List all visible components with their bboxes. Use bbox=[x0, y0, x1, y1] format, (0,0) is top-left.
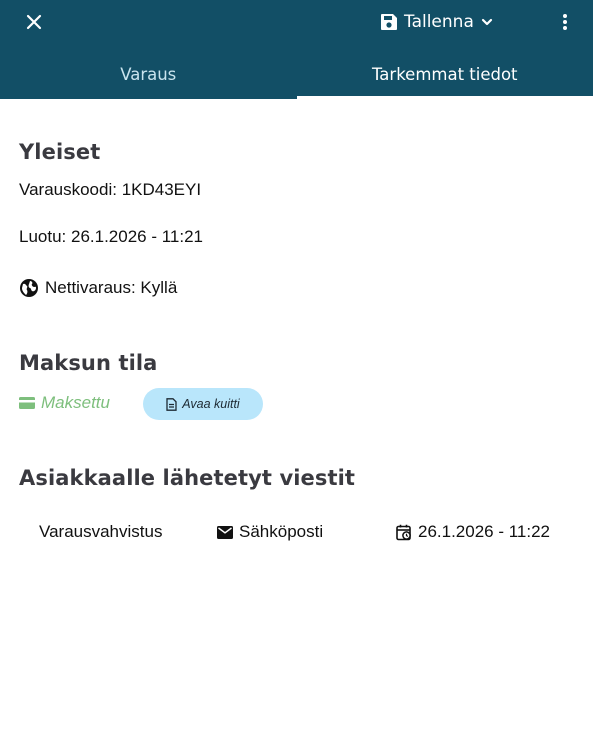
app-bar: Tallenna Varaus Tarkemmat tiedot bbox=[0, 0, 593, 99]
payment-heading: Maksun tila bbox=[19, 351, 158, 375]
online-booking-row: Nettivaraus: Kyllä bbox=[19, 278, 177, 298]
more-vertical-icon bbox=[563, 14, 567, 30]
document-icon bbox=[166, 397, 177, 411]
save-label: Tallenna bbox=[404, 12, 474, 32]
close-button[interactable] bbox=[22, 10, 46, 34]
email-icon bbox=[217, 525, 233, 539]
chevron-down-icon bbox=[481, 18, 492, 26]
save-button[interactable]: Tallenna bbox=[380, 8, 494, 36]
credit-card-icon bbox=[19, 397, 35, 409]
created-timestamp: Luotu: 26.1.2026 - 11:21 bbox=[19, 227, 204, 246]
general-heading: Yleiset bbox=[19, 140, 101, 164]
message-type: Varausvahvistus bbox=[39, 522, 162, 542]
tab-tarkemmat-tiedot[interactable]: Tarkemmat tiedot bbox=[296, 52, 593, 99]
globe-icon bbox=[20, 279, 38, 297]
message-timestamp-label: 26.1.2026 - 11:22 bbox=[418, 522, 551, 541]
payment-status: Maksettu bbox=[19, 393, 110, 413]
tab-label: Varaus bbox=[120, 65, 177, 84]
open-receipt-label: Avaa kuitti bbox=[182, 397, 240, 411]
tab-varaus[interactable]: Varaus bbox=[0, 52, 297, 99]
message-channel: Sähköposti bbox=[217, 522, 323, 542]
message-type-label: Varausvahvistus bbox=[39, 522, 163, 541]
online-booking-label: Nettivaraus: Kyllä bbox=[45, 278, 178, 297]
tab-bar: Varaus Tarkemmat tiedot bbox=[0, 52, 593, 99]
calendar-clock-icon bbox=[396, 524, 411, 540]
messages-heading: Asiakkaalle lähetetyt viestit bbox=[19, 466, 356, 490]
open-receipt-button[interactable]: Avaa kuitti bbox=[143, 388, 263, 420]
message-row: Varausvahvistus Sähköposti 26.1.2026 - 1… bbox=[0, 522, 593, 546]
booking-code: Varauskoodi: 1KD43EYI bbox=[19, 180, 202, 199]
tab-label: Tarkemmat tiedot bbox=[371, 65, 518, 84]
top-toolbar: Tallenna bbox=[0, 0, 593, 46]
payment-status-label: Maksettu bbox=[41, 393, 110, 412]
floppy-disk-icon bbox=[381, 14, 397, 30]
more-options-button[interactable] bbox=[553, 10, 577, 34]
message-timestamp: 26.1.2026 - 11:22 bbox=[396, 522, 550, 542]
close-icon bbox=[26, 14, 42, 30]
message-channel-label: Sähköposti bbox=[239, 522, 324, 541]
